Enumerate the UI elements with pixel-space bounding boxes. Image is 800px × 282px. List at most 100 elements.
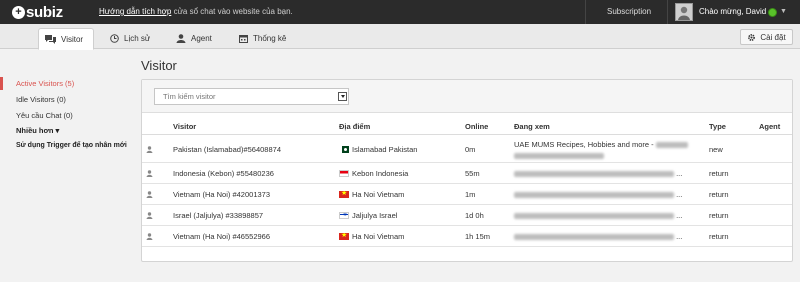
chevron-down-icon[interactable]: ▼ (780, 8, 787, 15)
avatar-icon (676, 4, 692, 20)
online-status-icon[interactable] (768, 8, 777, 17)
tab-statistics[interactable]: Thống kê (233, 28, 292, 49)
clock-icon (110, 34, 119, 43)
table-header: Visitor Địa điểm Online Đang xem Type Ag… (142, 117, 792, 135)
tab-agent[interactable]: Agent (170, 28, 218, 49)
logo-text: subiz (26, 3, 63, 21)
viewing-page-title: UAE MUMS Recipes, Hobbies and more - (514, 140, 654, 149)
viewing-page-title: ... (676, 169, 683, 178)
table-row[interactable]: Vietnam (Ha Noi) #42001373 Ha Noi Vietna… (142, 185, 792, 205)
online-time: 55m (465, 169, 480, 178)
person-icon (146, 170, 153, 177)
integration-notice: Hướng dẫn tích hợp cửa sổ chat vào websi… (99, 7, 293, 16)
avatar[interactable] (675, 3, 693, 21)
table-row[interactable]: Israel (Jaljulya) #33898857 Jaljulya Isr… (142, 206, 792, 226)
tab-bar: Visitor Lịch sử Agent Thống kê Cài đặt (0, 24, 800, 50)
visitor-name[interactable]: Israel (Jaljulya) #33898857 (173, 211, 263, 220)
user-icon (176, 34, 186, 43)
dropdown-toggle-icon[interactable] (338, 92, 347, 101)
viewing-page-title: ... (676, 232, 683, 241)
divider (585, 0, 586, 24)
visitor-name[interactable]: Vietnam (Ha Noi) #46552966 (173, 232, 270, 241)
tab-label: Agent (191, 34, 212, 43)
location-text: Jaljulya Israel (352, 211, 398, 220)
location: Kebon Indonesia (339, 169, 408, 178)
sidebar-item-idle-visitors[interactable]: Idle Visitors (0) (16, 95, 66, 104)
israel-flag-icon (339, 212, 349, 219)
subscription-link[interactable]: Subscription (607, 7, 651, 16)
column-header-viewing[interactable]: Đang xem (514, 122, 550, 131)
location-text: Ha Noi Vietnam (352, 190, 405, 199)
person-icon (146, 191, 153, 198)
online-time: 1d 0h (465, 211, 484, 220)
visitor-panel: Visitor Địa điểm Online Đang xem Type Ag… (141, 79, 793, 262)
online-time: 0m (465, 145, 476, 154)
location-text: Ha Noi Vietnam (352, 232, 405, 241)
viewing-page[interactable]: ... (514, 169, 682, 178)
online-time: 1h 15m (465, 232, 491, 241)
visitor-name[interactable]: Vietnam (Ha Noi) #42001373 (173, 190, 270, 199)
settings-label: Cài đặt (760, 32, 786, 42)
tab-label: Visitor (61, 34, 84, 44)
viewing-url (514, 151, 604, 160)
person-icon (146, 212, 153, 219)
visitor-type: return (709, 211, 729, 220)
visitor-name[interactable]: Pakistan (Islamabad)#56408874 (173, 145, 281, 154)
subiz-logo[interactable]: + subiz (12, 3, 63, 21)
visitor-type: return (709, 190, 729, 199)
location: Ha Noi Vietnam (339, 232, 404, 241)
tab-history[interactable]: Lịch sử (104, 28, 156, 49)
settings-button[interactable]: Cài đặt (740, 29, 793, 45)
table-row[interactable]: Vietnam (Ha Noi) #46552966 Ha Noi Vietna… (142, 227, 792, 247)
online-time: 1m (465, 190, 476, 199)
visitor-type: new (709, 145, 723, 154)
location: Jaljulya Israel (339, 211, 397, 220)
tab-label: Thống kê (253, 34, 287, 43)
viewing-page-title: ... (676, 190, 683, 199)
gear-icon (748, 33, 756, 41)
location: Ha Noi Vietnam (339, 190, 404, 199)
redacted-text (514, 234, 674, 241)
person-icon (146, 233, 153, 240)
column-header-location[interactable]: Địa điểm (339, 122, 370, 131)
redacted-text (514, 171, 674, 178)
divider (667, 0, 668, 24)
table-row[interactable]: Indonesia (Kebon) #55480236 Kebon Indone… (142, 164, 792, 184)
integration-guide-link[interactable]: Hướng dẫn tích hợp (99, 7, 171, 16)
visitor-type: return (709, 232, 729, 241)
location-text: Kebon Indonesia (352, 169, 409, 178)
column-header-visitor[interactable]: Visitor (173, 122, 196, 131)
viewing-page[interactable]: ... (514, 211, 682, 220)
column-header-online[interactable]: Online (465, 122, 488, 131)
sidebar-item-trigger[interactable]: Sử dụng Trigger để tạo nhân mới (16, 142, 127, 149)
redacted-text (514, 153, 604, 160)
viewing-page[interactable]: ... (514, 232, 682, 241)
person-icon (146, 146, 153, 153)
table-row[interactable]: Pakistan (Islamabad)#56408874 Islamabad … (142, 136, 792, 163)
sidebar-item-active-visitors[interactable]: Active Visitors (5) (16, 79, 74, 88)
location-text: Islamabad Pakistan (352, 145, 418, 154)
tab-visitor[interactable]: Visitor (38, 28, 94, 50)
location: Islamabad Pakistan (339, 145, 417, 154)
visitor-name[interactable]: Indonesia (Kebon) #55480236 (173, 169, 274, 178)
plus-icon: + (12, 5, 25, 19)
sidebar-item-more[interactable]: Nhiều hơn ▾ (16, 126, 59, 135)
column-header-agent[interactable]: Agent (759, 122, 780, 131)
chat-icon (45, 34, 56, 44)
top-bar: + subiz Hướng dẫn tích hợp cửa sổ chat v… (0, 0, 800, 24)
redacted-text (655, 142, 688, 149)
page-title: Visitor (141, 58, 177, 73)
sidebar-item-chat-requests[interactable]: Yêu cầu Chat (0) (16, 111, 73, 120)
panel-toolbar (142, 80, 792, 113)
redacted-text (514, 213, 674, 220)
pakistan-flag-icon (339, 146, 349, 153)
indonesia-flag-icon (339, 170, 349, 177)
search-input[interactable] (154, 88, 349, 105)
calendar-icon (239, 35, 248, 43)
column-header-type[interactable]: Type (709, 122, 726, 131)
greeting[interactable]: Chào mừng, David (699, 7, 766, 16)
tab-label: Lịch sử (124, 34, 151, 43)
viewing-page[interactable]: UAE MUMS Recipes, Hobbies and more - (514, 140, 688, 149)
viewing-page[interactable]: ... (514, 190, 682, 199)
visitor-type: return (709, 169, 729, 178)
